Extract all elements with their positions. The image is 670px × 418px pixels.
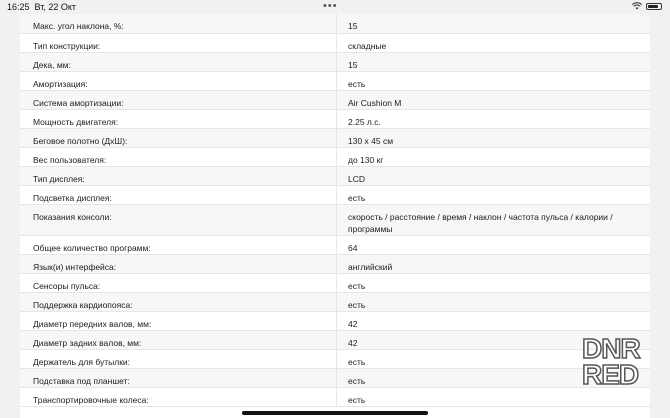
spec-key: Диаметр задних валов, мм:	[20, 330, 337, 350]
specs-table: Макс. угол наклона, %: 15 Тип конструкции:…	[20, 14, 650, 407]
spec-row: Подсветка дисплея: есть	[20, 185, 650, 205]
spec-key: Макс. угол наклона, %:	[20, 14, 337, 34]
battery-icon	[646, 2, 662, 10]
spec-value: есть	[336, 185, 650, 205]
wifi-icon	[632, 2, 642, 10]
spec-row: Тип конструкции: складные	[20, 33, 650, 53]
spec-row: Показания консоли: скорость / расстояние …	[20, 204, 650, 236]
home-indicator[interactable]	[242, 411, 428, 415]
spec-value: английский	[336, 254, 650, 274]
spec-key: Диаметр передних валов, мм:	[20, 311, 337, 331]
spec-row: Диаметр задних валов, мм: 42	[20, 330, 650, 350]
spec-value: есть	[336, 273, 650, 293]
spec-key: Поддержка кардиопояса:	[20, 292, 337, 312]
spec-row: Поддержка кардиопояса: есть	[20, 292, 650, 312]
spec-key: Показания консоли:	[20, 204, 337, 236]
watermark-logo: DNR RED	[581, 333, 641, 390]
spec-row: Дека, мм: 15	[20, 52, 650, 72]
spec-key: Мощность двигателя:	[20, 109, 337, 129]
spec-value: есть	[336, 71, 650, 91]
spec-row: Беговое полотно (ДхШ): 130 х 45 см	[20, 128, 650, 148]
status-date: Вт, 22 Окт	[34, 2, 77, 12]
spec-key: Подсветка дисплея:	[20, 185, 337, 205]
spec-value: складные	[336, 33, 650, 53]
spec-row: Подставка под планшет: есть	[20, 368, 650, 388]
multitasking-dots-icon[interactable]: •••	[323, 0, 338, 12]
spec-key: Общее количество программ:	[20, 235, 337, 255]
spec-row: Система амортизации: Air Cushion M	[20, 90, 650, 110]
spec-row: Вес пользователя: до 130 кг	[20, 147, 650, 167]
spec-value: 15	[336, 14, 650, 34]
spec-row: Диаметр передних валов, мм: 42	[20, 311, 650, 331]
spec-key: Дека, мм:	[20, 52, 337, 72]
spec-row: Тип дисплея: LCD	[20, 166, 650, 186]
spec-value: до 130 кг	[336, 147, 650, 167]
spec-key: Амортизация:	[20, 71, 337, 91]
spec-key: Сенсоры пульса:	[20, 273, 337, 293]
spec-row: Язык(и) интерфейса: английский	[20, 254, 650, 274]
spec-key: Вес пользователя:	[20, 147, 337, 167]
spec-key: Держатель для бутылки:	[20, 349, 337, 369]
spec-value: 15	[336, 52, 650, 72]
spec-value: LCD	[336, 166, 650, 186]
spec-value: 42	[336, 311, 650, 331]
spec-value: есть	[336, 292, 650, 312]
status-bar: 16:25 Вт, 22 Окт •••	[0, 0, 670, 14]
spec-row: Общее количество программ: 64	[20, 235, 650, 255]
spec-value: 64	[336, 235, 650, 255]
status-time: 16:25 Вт, 22 Окт	[7, 2, 77, 12]
spec-key: Язык(и) интерфейса:	[20, 254, 337, 274]
spec-key: Тип дисплея:	[20, 166, 337, 186]
spec-value: 2.25 л.с.	[336, 109, 650, 129]
spec-row: Сенсоры пульса: есть	[20, 273, 650, 293]
spec-key: Система амортизации:	[20, 90, 337, 110]
spec-row: Макс. угол наклона, %: 15	[20, 14, 650, 34]
spec-row: Мощность двигателя: 2.25 л.с.	[20, 109, 650, 129]
spec-value: 130 х 45 см	[336, 128, 650, 148]
spec-key: Транспортировочные колеса:	[20, 387, 337, 407]
spec-value: Air Cushion M	[336, 90, 650, 110]
spec-row: Транспортировочные колеса: есть	[20, 387, 650, 407]
status-right	[632, 2, 662, 10]
specs-panel: Макс. угол наклона, %: 15 Тип конструкции:…	[20, 14, 650, 418]
spec-key: Тип конструкции:	[20, 33, 337, 53]
spec-row: Амортизация: есть	[20, 71, 650, 91]
spec-row: Держатель для бутылки: есть	[20, 349, 650, 369]
spec-value: скорость / расстояние / время / наклон /…	[336, 204, 650, 236]
spec-key: Беговое полотно (ДхШ):	[20, 128, 337, 148]
spec-key: Подставка под планшет:	[20, 368, 337, 388]
